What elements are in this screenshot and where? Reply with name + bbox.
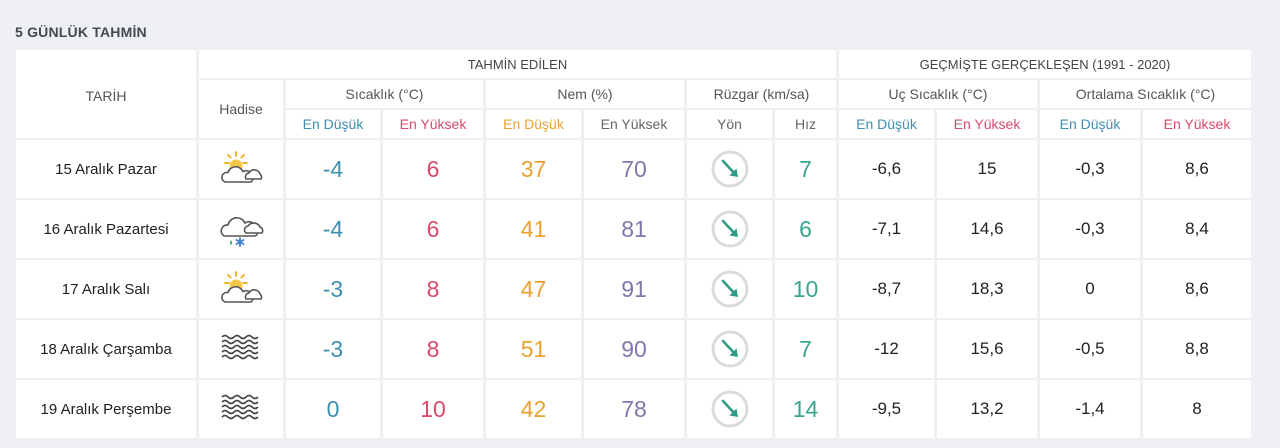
subheader-ruzgar-hiz: Hız (775, 110, 836, 138)
humidity-high: 78 (584, 380, 684, 438)
average-high: 8,4 (1143, 200, 1251, 258)
temp-low: -3 (286, 320, 380, 378)
subheader-sicaklik-en-dusuk: En Düşük (286, 110, 380, 138)
average-low: -0,3 (1040, 200, 1140, 258)
row-date: 19 Aralık Perşembe (16, 380, 196, 438)
extreme-high: 18,3 (937, 260, 1037, 318)
row-date: 18 Aralık Çarşamba (16, 320, 196, 378)
header-nem: Nem (%) (486, 80, 684, 108)
header-gecmiste-gerceklesen: GEÇMİŞTE GERÇEKLEŞEN (1991 - 2020) (839, 50, 1251, 78)
subheader-uc-en-dusuk: En Düşük (839, 110, 934, 138)
partly-cloudy-sun-icon (199, 260, 283, 318)
wind-speed: 6 (775, 200, 836, 258)
row-date: 15 Aralık Pazar (16, 140, 196, 198)
wind-speed: 7 (775, 140, 836, 198)
header-ortalama-sicaklik: Ortalama Sıcaklık (°C) (1040, 80, 1251, 108)
temp-low: 0 (286, 380, 380, 438)
wind-southeast-arrow-icon (687, 200, 772, 258)
header-sicaklik: Sıcaklık (°C) (286, 80, 483, 108)
header-ruzgar: Rüzgar (km/sa) (687, 80, 836, 108)
temp-low: -4 (286, 200, 380, 258)
extreme-high: 15 (937, 140, 1037, 198)
extreme-low: -12 (839, 320, 934, 378)
humidity-high: 70 (584, 140, 684, 198)
average-high: 8 (1143, 380, 1251, 438)
humidity-low: 47 (486, 260, 581, 318)
section-title: 5 GÜNLÜK TAHMİN (15, 24, 147, 40)
subheader-nem-en-dusuk: En Düşük (486, 110, 581, 138)
wind-speed: 7 (775, 320, 836, 378)
extreme-low: -7,1 (839, 200, 934, 258)
subheader-ortalama-en-yuksek: En Yüksek (1143, 110, 1251, 138)
temp-low: -4 (286, 140, 380, 198)
temp-high: 10 (383, 380, 483, 438)
extreme-low: -9,5 (839, 380, 934, 438)
wind-southeast-arrow-icon (687, 140, 772, 198)
temp-high: 6 (383, 140, 483, 198)
average-low: -1,4 (1040, 380, 1140, 438)
wind-speed: 10 (775, 260, 836, 318)
subheader-sicaklik-en-yuksek: En Yüksek (383, 110, 483, 138)
temp-high: 8 (383, 320, 483, 378)
average-high: 8,6 (1143, 140, 1251, 198)
humidity-low: 42 (486, 380, 581, 438)
humidity-low: 41 (486, 200, 581, 258)
temp-high: 8 (383, 260, 483, 318)
wind-southeast-arrow-icon (687, 260, 772, 318)
extreme-low: -6,6 (839, 140, 934, 198)
fog-haze-icon (199, 320, 283, 378)
humidity-high: 81 (584, 200, 684, 258)
row-date: 16 Aralık Pazartesi (16, 200, 196, 258)
humidity-high: 90 (584, 320, 684, 378)
average-low: 0 (1040, 260, 1140, 318)
forecast-table: TARİH TAHMİN EDİLEN GEÇMİŞTE GERÇEKLEŞEN… (16, 50, 1251, 438)
subheader-nem-en-yuksek: En Yüksek (584, 110, 684, 138)
wind-southeast-arrow-icon (687, 380, 772, 438)
extreme-high: 14,6 (937, 200, 1037, 258)
humidity-low: 51 (486, 320, 581, 378)
extreme-high: 15,6 (937, 320, 1037, 378)
extreme-low: -8,7 (839, 260, 934, 318)
header-tarih: TARİH (16, 50, 196, 138)
header-hadise: Hadise (199, 80, 283, 138)
temp-low: -3 (286, 260, 380, 318)
humidity-high: 91 (584, 260, 684, 318)
header-tahmin-edilen: TAHMİN EDİLEN (199, 50, 836, 78)
average-high: 8,8 (1143, 320, 1251, 378)
row-date: 17 Aralık Salı (16, 260, 196, 318)
subheader-ruzgar-yon: Yön (687, 110, 772, 138)
header-uc-sicaklik: Uç Sıcaklık (°C) (839, 80, 1037, 108)
subheader-ortalama-en-dusuk: En Düşük (1040, 110, 1140, 138)
temp-high: 6 (383, 200, 483, 258)
subheader-uc-en-yuksek: En Yüksek (937, 110, 1037, 138)
partly-cloudy-sun-icon (199, 140, 283, 198)
wind-speed: 14 (775, 380, 836, 438)
humidity-low: 37 (486, 140, 581, 198)
sleet-cloud-icon (199, 200, 283, 258)
wind-southeast-arrow-icon (687, 320, 772, 378)
average-low: -0,3 (1040, 140, 1140, 198)
average-high: 8,6 (1143, 260, 1251, 318)
average-low: -0,5 (1040, 320, 1140, 378)
extreme-high: 13,2 (937, 380, 1037, 438)
fog-haze-icon (199, 380, 283, 438)
